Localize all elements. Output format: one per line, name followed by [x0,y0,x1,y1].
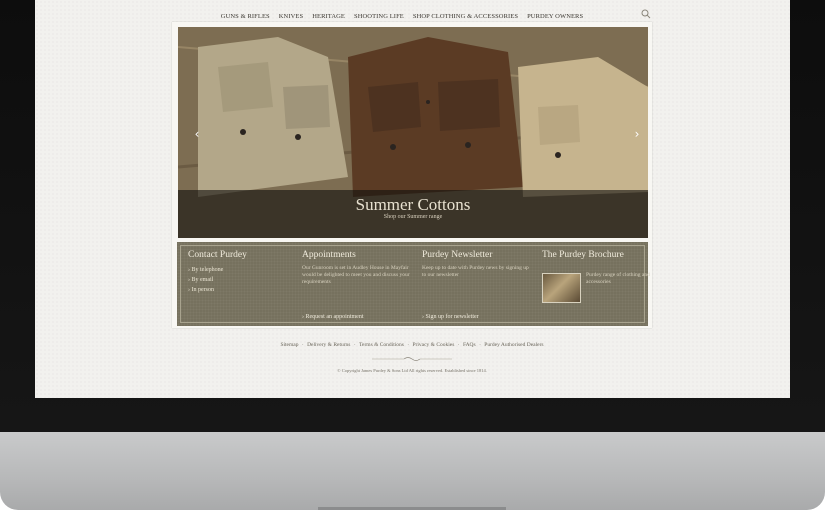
hero-subtitle[interactable]: Shop our Summer range [178,214,648,220]
nav-purdey-owners[interactable]: PURDEY OWNERS [527,13,583,20]
footer-link-faqs[interactable]: FAQs [463,342,476,348]
hero-carousel[interactable]: Summer Cottons Shop our Summer range ‹ › [178,27,648,238]
brochure-thumbnail[interactable] [542,273,581,303]
newsletter-text: Keep up to date with Purdey news by sign… [422,265,529,278]
contact-column: Contact Purdey By telephone By email In … [188,250,300,295]
flourish-divider [372,357,452,361]
brochure-column: The Purdey Brochure Purdey range of clot… [542,250,650,303]
nav-shop-clothing[interactable]: SHOP CLOTHING & ACCESSORIES [413,13,518,20]
contact-telephone-link[interactable]: By telephone [188,265,300,275]
main-nav: GUNS & RIFLES KNIVES HERITAGE SHOOTING L… [182,10,622,22]
appointments-text: Our Gunroom is set in Audley House in Ma… [302,265,410,285]
contact-email-link[interactable]: By email [188,275,300,285]
chevron-right-icon[interactable]: › [632,127,642,141]
appointments-column: Appointments Our Gunroom is set in Audle… [302,250,414,320]
nav-knives[interactable]: KNIVES [279,13,303,20]
brochure-text: Purdey range of clothing and accessories [586,272,650,285]
nav-heritage[interactable]: HERITAGE [312,13,345,20]
info-panel: Contact Purdey By telephone By email In … [177,242,650,326]
contact-title: Contact Purdey [188,250,247,260]
newsletter-title: Purdey Newsletter [422,250,493,260]
search-icon[interactable] [641,9,651,19]
imac-device: GUNS & RIFLES KNIVES HERITAGE SHOOTING L… [0,0,825,510]
request-appointment-label: Request an appointment [305,314,364,320]
chevron-left-icon[interactable]: ‹ [192,127,202,141]
footer-link-dealers[interactable]: Purdey Authorised Dealers [484,342,543,348]
appointments-title: Appointments [302,250,356,260]
footer-link-terms[interactable]: Terms & Conditions [359,342,404,348]
newsletter-signup-label: Sign up for newsletter [425,314,479,320]
footer-link-privacy[interactable]: Privacy & Cookies [412,342,454,348]
nav-shooting-life[interactable]: SHOOTING LIFE [354,13,404,20]
newsletter-column: Purdey Newsletter Keep up to date with P… [422,250,534,320]
newsletter-signup-link[interactable]: › Sign up for newsletter [422,314,479,320]
footer-links: Sitemap · Delivery & Returns · Terms & C… [280,342,544,348]
footer-link-sitemap[interactable]: Sitemap [280,342,298,348]
footer-link-delivery[interactable]: Delivery & Returns [307,342,350,348]
hero-title[interactable]: Summer Cottons [178,195,648,215]
nav-guns-rifles[interactable]: GUNS & RIFLES [221,13,270,20]
monitor-chin [0,432,825,510]
contact-in-person-link[interactable]: In person [188,285,300,295]
request-appointment-link[interactable]: › Request an appointment [302,314,364,320]
brochure-title[interactable]: The Purdey Brochure [542,250,647,260]
copyright-text: © Copyright James Purdey & Sons Ltd All … [337,368,487,373]
